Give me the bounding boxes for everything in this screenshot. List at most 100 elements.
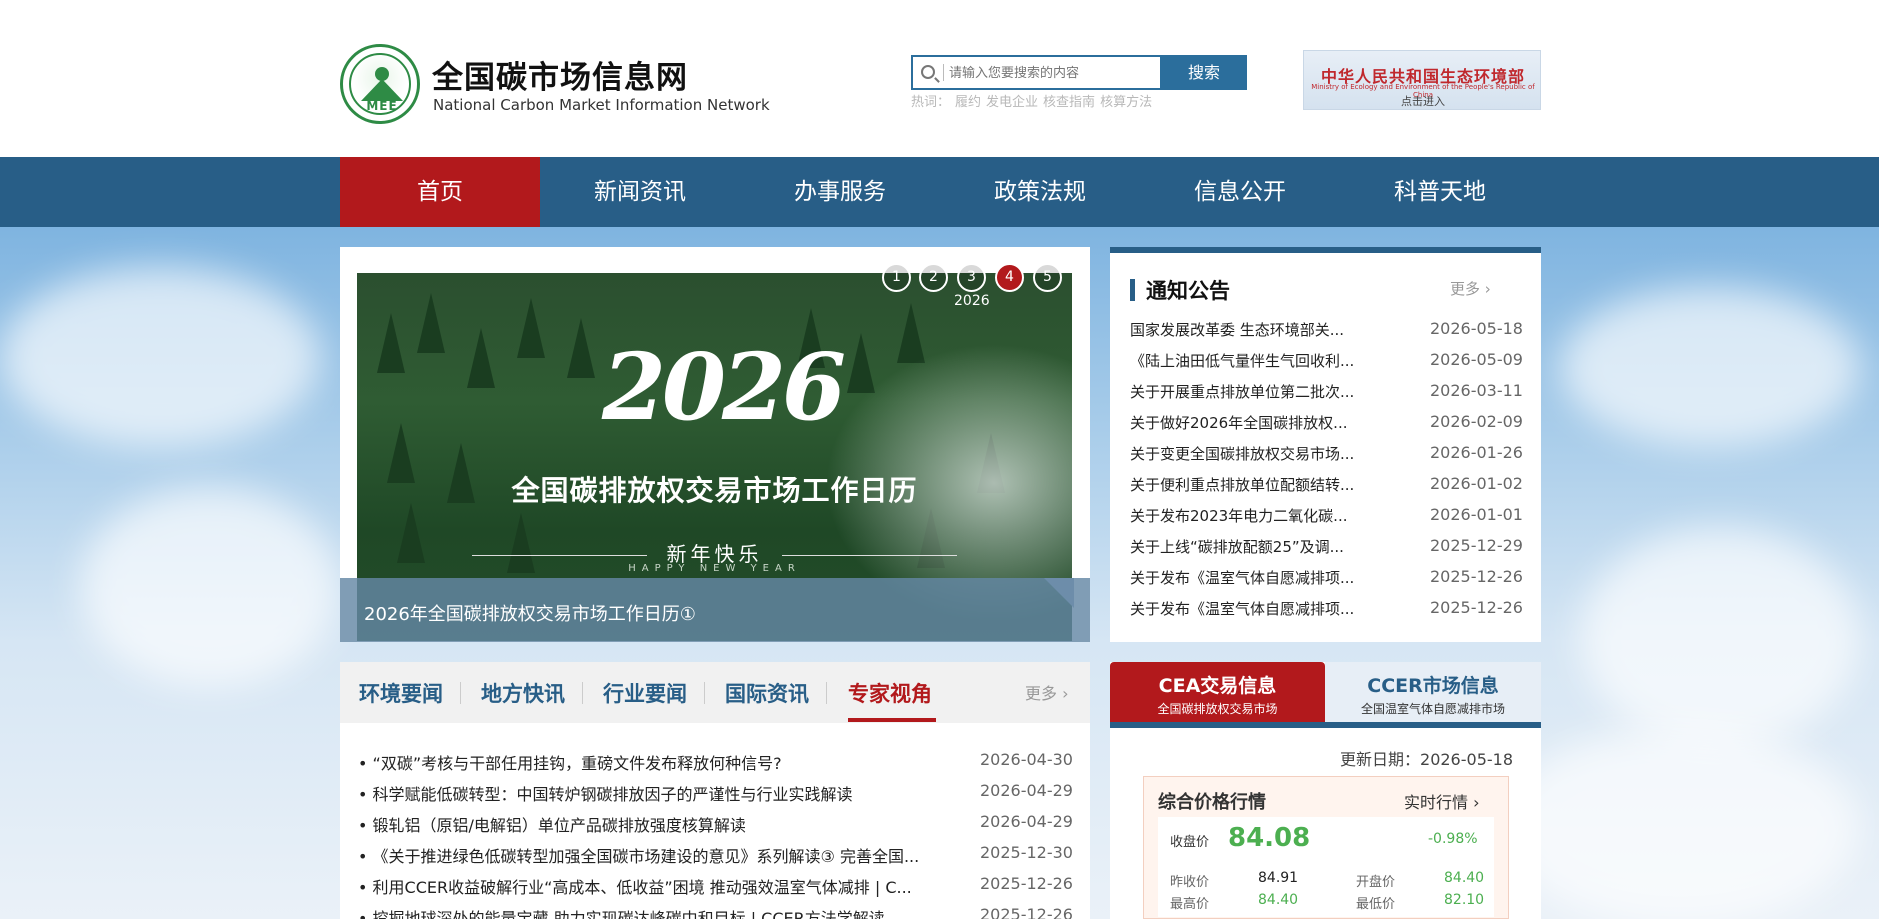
news-item[interactable]: • “双碳”考核与干部任用挂钩，重磅文件发布释放何种信号? 2026-04-30 — [358, 750, 1073, 780]
update-label: 更新日期： — [1340, 750, 1421, 769]
search-button[interactable]: 搜索 — [1161, 55, 1247, 90]
hot-word-link[interactable]: 履约 — [955, 95, 981, 110]
notice-item-date: 2026-03-11 — [1430, 381, 1523, 400]
nav-item-disclosure[interactable]: 信息公开 — [1140, 157, 1340, 227]
hot-words: 热词： 履约 发电企业 核查指南 核算方法 — [911, 91, 1157, 110]
slide-dot-3[interactable]: 3 — [957, 263, 986, 292]
news-title-text: 利用CCER收益破解行业“高成本、低收益”困境 推动强效温室气体减排 | C..… — [372, 878, 912, 897]
news-title-text: 挖掘地球深处的能量宝藏 助力实现碳达峰碳中和目标 | CCER方法学解读 — [372, 909, 885, 919]
cea-tab-title: CEA交易信息 — [1158, 675, 1277, 697]
prev-close-label: 昨收价 — [1170, 875, 1210, 890]
news-item-title[interactable]: • 利用CCER收益破解行业“高成本、低收益”困境 推动强效温室气体减排 | C… — [358, 874, 912, 898]
news-item-title[interactable]: • 挖掘地球深处的能量宝藏 助力实现碳达峰碳中和目标 | CCER方法学解读 — [358, 905, 885, 919]
notice-item-title[interactable]: 关于变更全国碳排放权交易市场... — [1130, 443, 1354, 464]
notice-item[interactable]: 关于做好2026年全国碳排放权... 2026-02-09 — [1130, 412, 1530, 442]
notice-panel: 通知公告 更多 › 国家发展改革委 生态环境部关... 2026-05-18 《陆… — [1110, 247, 1541, 642]
notice-item[interactable]: 国家发展改革委 生态环境部关... 2026-05-18 — [1130, 319, 1530, 349]
slide-dot-2[interactable]: 2 — [919, 263, 948, 292]
search-divider — [943, 64, 944, 81]
news-item[interactable]: • 《关于推进绿色低碳转型加强全国碳市场建设的意见》系列解读③ 完善全国... 2… — [358, 843, 1073, 873]
news-item-date: 2025-12-30 — [980, 843, 1073, 862]
notice-item-title[interactable]: 关于发布2023年电力二氧化碳... — [1130, 505, 1347, 526]
nav-item-news[interactable]: 新闻资讯 — [540, 157, 740, 227]
slide-big-year: 2026 — [602, 333, 846, 441]
tab-international-news[interactable]: 国际资讯 — [725, 678, 809, 708]
tab-environment-news[interactable]: 环境要闻 — [359, 678, 443, 708]
news-item-date: 2025-12-26 — [980, 874, 1073, 893]
notice-item-title[interactable]: 关于便利重点排放单位配额结转... — [1130, 474, 1354, 495]
news-item-title[interactable]: • “双碳”考核与干部任用挂钩，重磅文件发布释放何种信号? — [358, 750, 782, 774]
chevron-right-icon: › — [1484, 280, 1491, 298]
slide-dot-4[interactable]: 4 — [995, 263, 1024, 292]
close-price-value: 84.08 — [1228, 823, 1311, 853]
hot-word-link[interactable]: 核算方法 — [1100, 95, 1152, 110]
news-item[interactable]: • 科学赋能低碳转型：中国转炉钢碳排放因子的严谨性与行业实践解读 2026-04-… — [358, 781, 1073, 811]
cea-tab-subtitle: 全国碳排放权交易市场 — [1157, 702, 1278, 716]
site-title[interactable]: 全国碳市场信息网 — [432, 52, 688, 97]
news-item-title[interactable]: • 锻轧铝（原铝/电解铝）单位产品碳排放强度核算解读 — [358, 812, 746, 836]
notice-item[interactable]: 关于发布2023年电力二氧化碳... 2026-01-01 — [1130, 505, 1530, 535]
notice-item-title[interactable]: 国家发展改革委 生态环境部关... — [1130, 319, 1344, 340]
news-item-date: 2026-04-29 — [980, 812, 1073, 831]
notice-item-title[interactable]: 关于发布《温室气体自愿减排项... — [1130, 567, 1354, 588]
main-nav: 首页 新闻资讯 办事服务 政策法规 信息公开 科普天地 — [0, 157, 1879, 227]
notice-title: 通知公告 — [1146, 279, 1230, 303]
notice-item[interactable]: 《陆上油田低气量伴生气回收利... 2026-05-09 — [1130, 350, 1530, 380]
news-item-title[interactable]: • 科学赋能低碳转型：中国转炉钢碳排放因子的严谨性与行业实践解读 — [358, 781, 853, 805]
slide-dot-5[interactable]: 5 — [1033, 263, 1062, 292]
price-title: 综合价格行情 — [1158, 792, 1266, 813]
slide-caption: 2026年全国碳排放权交易市场工作日历① — [364, 604, 696, 625]
price-box: 综合价格行情 实时行情 › 收盘价 84.08 -0.98% 昨收价 84.91… — [1143, 776, 1509, 919]
tab-ccer-market[interactable]: CCER市场信息 全国温室气体自愿减排市场 — [1325, 662, 1541, 722]
logo-text: MEE — [366, 99, 398, 113]
notice-item[interactable]: 关于变更全国碳排放权交易市场... 2026-01-26 — [1130, 443, 1530, 473]
notice-item-title[interactable]: 关于开展重点排放单位第二批次... — [1130, 381, 1354, 402]
price-details: 收盘价 84.08 -0.98% 昨收价 84.91 开盘价 84.40 最高价… — [1158, 817, 1494, 917]
notice-item[interactable]: 关于发布《温室气体自愿减排项... 2025-12-26 — [1130, 598, 1530, 628]
notice-item-date: 2026-01-02 — [1430, 474, 1523, 493]
news-item[interactable]: • 挖掘地球深处的能量宝藏 助力实现碳达峰碳中和目标 | CCER方法学解读 20… — [358, 905, 1073, 919]
slide-caption-bar[interactable]: 2026年全国碳排放权交易市场工作日历① — [340, 578, 1090, 642]
notice-item-title[interactable]: 《陆上油田低气量伴生气回收利... — [1130, 350, 1354, 371]
notice-item-title[interactable]: 关于做好2026年全国碳排放权... — [1130, 412, 1347, 433]
notice-item-title[interactable]: 关于上线“碳排放配额25”及调... — [1130, 536, 1344, 557]
ministry-banner-link[interactable]: 中华人民共和国生态环境部 Ministry of Ecology and Env… — [1303, 50, 1541, 110]
mee-logo-icon[interactable]: MEE — [340, 44, 420, 124]
open-price-label: 开盘价 — [1356, 875, 1396, 890]
notice-item-date: 2026-02-09 — [1430, 412, 1523, 431]
slide-dot-1[interactable]: 1 — [882, 263, 911, 292]
notice-item[interactable]: 关于开展重点排放单位第二批次... 2026-03-11 — [1130, 381, 1530, 411]
close-price-label: 收盘价 — [1170, 835, 1210, 850]
tab-expert-view[interactable]: 专家视角 — [848, 678, 932, 708]
hot-word-link[interactable]: 发电企业 — [986, 95, 1038, 110]
news-item-date: 2026-04-29 — [980, 781, 1073, 800]
news-more-link[interactable]: 更多 › — [1025, 680, 1069, 704]
notice-item-date: 2025-12-26 — [1430, 567, 1523, 586]
tab-cea-trading[interactable]: CEA交易信息 全国碳排放权交易市场 — [1110, 662, 1325, 722]
search-input[interactable] — [949, 61, 1154, 85]
nav-item-science[interactable]: 科普天地 — [1340, 157, 1540, 227]
tab-industry-news[interactable]: 行业要闻 — [603, 678, 687, 708]
news-item-title[interactable]: • 《关于推进绿色低碳转型加强全国碳市场建设的意见》系列解读③ 完善全国... — [358, 843, 919, 867]
notice-item[interactable]: 关于上线“碳排放配额25”及调... 2025-12-29 — [1130, 536, 1530, 566]
ministry-click-label: 点击进入 — [1401, 95, 1445, 108]
nav-item-policy[interactable]: 政策法规 — [940, 157, 1140, 227]
high-price-label: 最高价 — [1170, 897, 1210, 912]
nav-item-services[interactable]: 办事服务 — [740, 157, 940, 227]
notice-item[interactable]: 关于发布《温室气体自愿减排项... 2025-12-26 — [1130, 567, 1530, 597]
notice-item[interactable]: 关于便利重点排放单位配额结转... 2026-01-02 — [1130, 474, 1530, 504]
open-price-value: 84.40 — [1444, 870, 1485, 886]
notice-title-bar — [1130, 279, 1135, 301]
realtime-link[interactable]: 实时行情 › — [1404, 789, 1480, 813]
news-item[interactable]: • 利用CCER收益破解行业“高成本、低收益”困境 推动强效温室气体减排 | C… — [358, 874, 1073, 904]
nav-item-home[interactable]: 首页 — [340, 157, 540, 227]
chevron-right-icon: › — [1473, 793, 1480, 812]
news-item[interactable]: • 锻轧铝（原铝/电解铝）单位产品碳排放强度核算解读 2026-04-29 — [358, 812, 1073, 842]
notice-item-title[interactable]: 关于发布《温室气体自愿减排项... — [1130, 598, 1354, 619]
notice-item-date: 2026-05-09 — [1430, 350, 1523, 369]
hot-word-link[interactable]: 核查指南 — [1043, 95, 1095, 110]
slide-greeting-en: HAPPY NEW YEAR — [628, 563, 801, 574]
tab-local-news[interactable]: 地方快讯 — [481, 678, 565, 708]
high-price-value: 84.40 — [1258, 892, 1299, 908]
notice-more-link[interactable]: 更多 › — [1450, 278, 1491, 299]
